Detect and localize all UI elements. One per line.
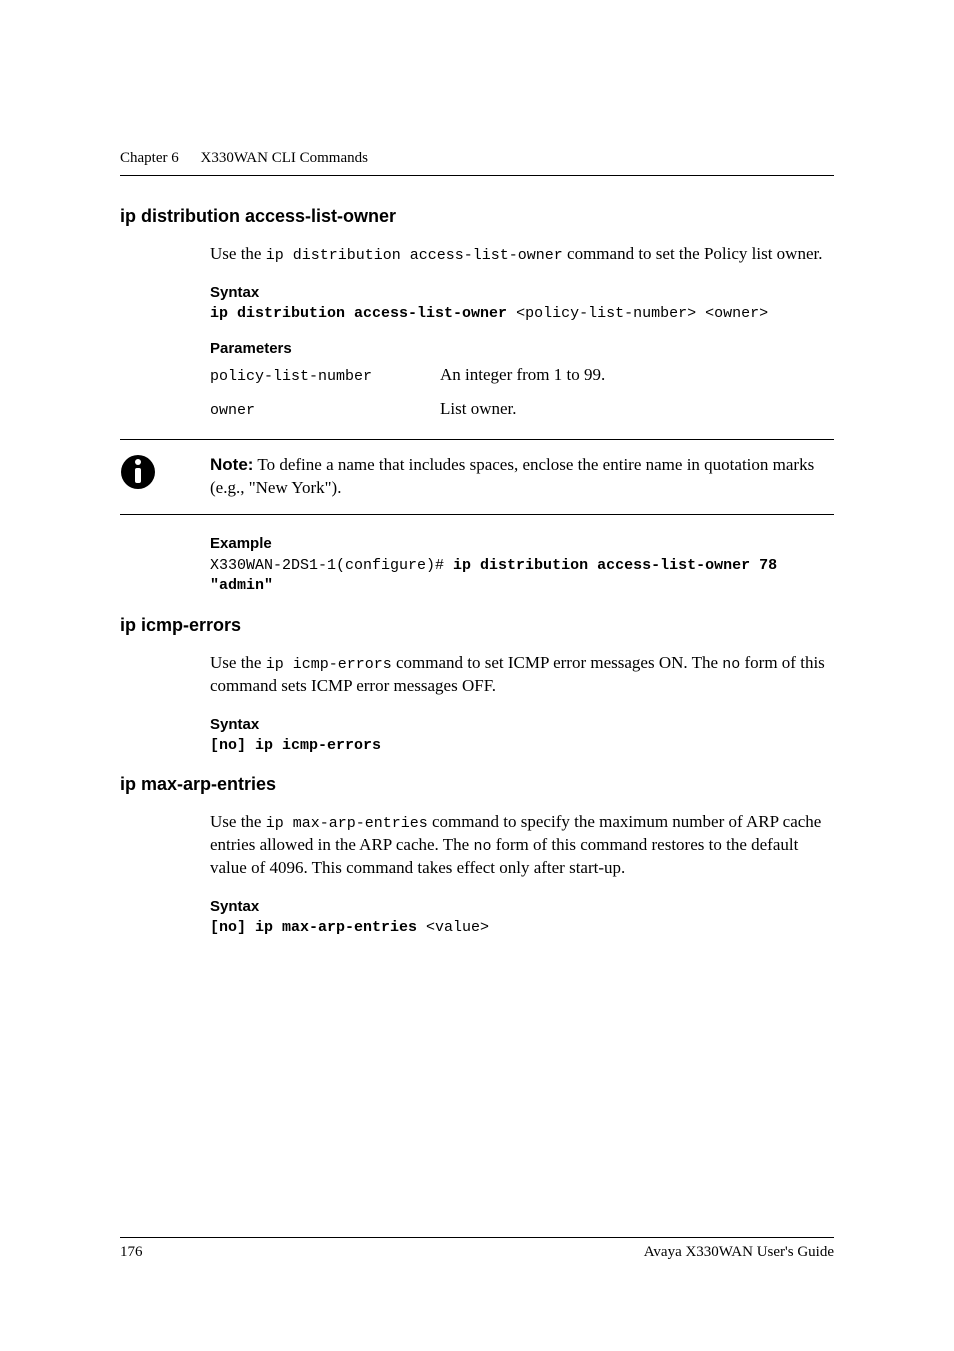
syntax-line: [no] ip max-arp-entries <value> — [210, 919, 834, 936]
intro-code: no — [473, 838, 491, 855]
intro-post: command to set the Policy list owner. — [563, 244, 823, 263]
section-heading: ip distribution access-list-owner — [120, 206, 834, 227]
section-heading: ip max-arp-entries — [120, 774, 834, 795]
parameters-table: policy-list-number An integer from 1 to … — [210, 365, 834, 419]
note-block: Note: To define a name that includes spa… — [120, 439, 834, 515]
doc-title: Avaya X330WAN User's Guide — [644, 1244, 834, 1261]
intro-paragraph: Use the ip icmp-errors command to set IC… — [210, 652, 834, 698]
syntax-bold: ip distribution access-list-owner — [210, 305, 507, 322]
section-ip-distribution: ip distribution access-list-owner Use th… — [120, 206, 834, 597]
note-label: Note: — [210, 455, 253, 474]
page-number: 176 — [120, 1244, 143, 1261]
intro-code: ip max-arp-entries — [266, 815, 428, 832]
syntax-rest: <value> — [417, 919, 489, 936]
header-rule — [120, 175, 834, 176]
section-ip-icmp-errors: ip icmp-errors Use the ip icmp-errors co… — [120, 615, 834, 754]
intro-pre: Use the — [210, 812, 266, 831]
intro-paragraph: Use the ip distribution access-list-owne… — [210, 243, 834, 266]
page-footer: 176 Avaya X330WAN User's Guide — [120, 1237, 834, 1261]
param-desc: List owner. — [440, 399, 517, 419]
syntax-bold: [no] ip max-arp-entries — [210, 919, 417, 936]
param-row: policy-list-number An integer from 1 to … — [210, 365, 834, 385]
syntax-label: Syntax — [210, 898, 834, 915]
intro-pre: Use the — [210, 244, 266, 263]
syntax-line: ip distribution access-list-owner <polic… — [210, 305, 834, 322]
running-head: Chapter 6 X330WAN CLI Commands — [120, 150, 834, 175]
section-ip-max-arp-entries: ip max-arp-entries Use the ip max-arp-en… — [120, 774, 834, 936]
example-plain: X330WAN-2DS1-1(configure)# — [210, 557, 453, 574]
syntax-label: Syntax — [210, 284, 834, 301]
parameters-label: Parameters — [210, 340, 834, 357]
param-desc: An integer from 1 to 99. — [440, 365, 605, 385]
example-label: Example — [210, 535, 834, 552]
note-body: To define a name that includes spaces, e… — [210, 455, 814, 497]
chapter-title: X330WAN CLI Commands — [200, 150, 368, 166]
syntax-rest: <policy-list-number> <owner> — [507, 305, 768, 322]
syntax-line: [no] ip icmp-errors — [210, 737, 834, 754]
param-row: owner List owner. — [210, 399, 834, 419]
intro-pre: Use the — [210, 653, 266, 672]
syntax-bold: [no] ip icmp-errors — [210, 737, 381, 754]
section-heading: ip icmp-errors — [120, 615, 834, 636]
info-icon — [120, 454, 180, 490]
param-name: policy-list-number — [210, 368, 440, 385]
intro-paragraph: Use the ip max-arp-entries command to sp… — [210, 811, 834, 880]
intro-code: ip distribution access-list-owner — [266, 247, 563, 264]
note-text: Note: To define a name that includes spa… — [210, 454, 834, 500]
syntax-label: Syntax — [210, 716, 834, 733]
intro-code: no — [722, 656, 740, 673]
intro-code: ip icmp-errors — [266, 656, 392, 673]
chapter-label: Chapter 6 — [120, 150, 179, 166]
example-code: X330WAN-2DS1-1(configure)# ip distributi… — [210, 556, 834, 597]
param-name: owner — [210, 402, 440, 419]
intro-mid: command to set ICMP error messages ON. T… — [392, 653, 723, 672]
